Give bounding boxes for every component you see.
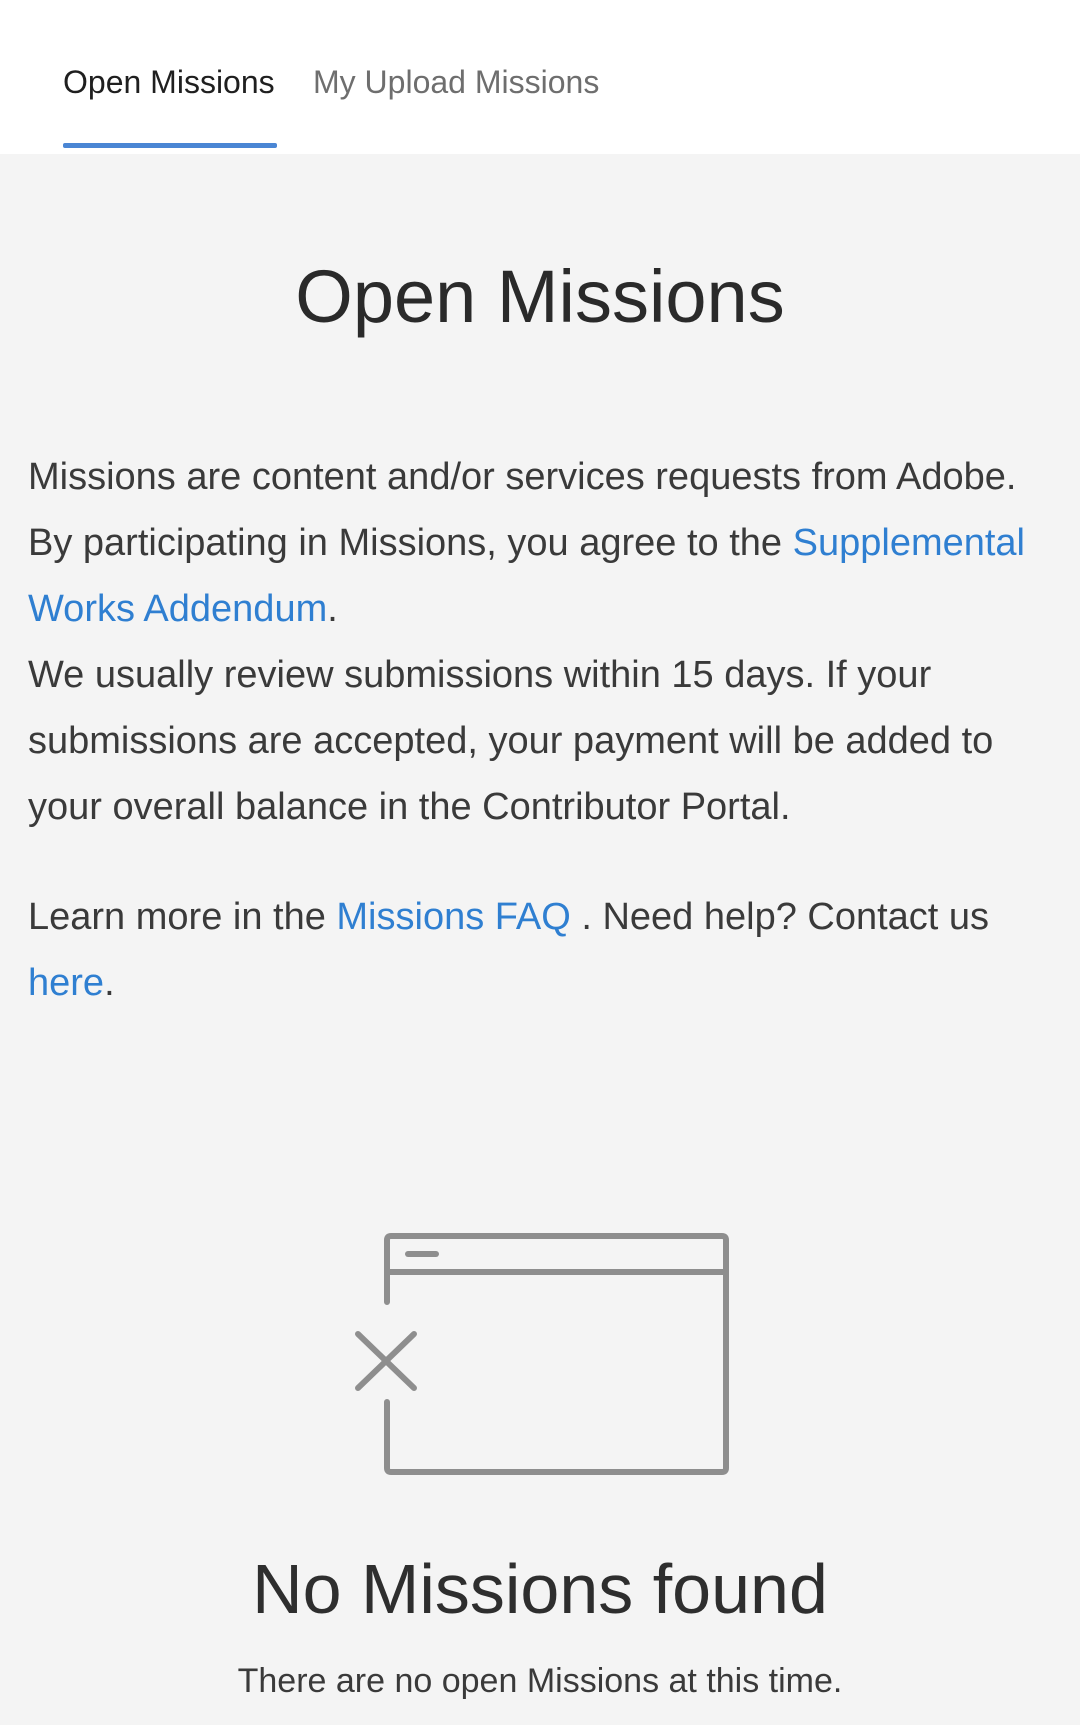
empty-state-subtitle: There are no open Missions at this time. bbox=[237, 1662, 843, 1700]
tab-my-upload-missions[interactable]: My Upload Missions bbox=[313, 62, 599, 102]
help-period: . bbox=[104, 962, 115, 1004]
tab-open-missions[interactable]: Open Missions bbox=[63, 62, 275, 102]
intro-help: Learn more in the Missions FAQ . Need he… bbox=[28, 884, 1058, 1016]
active-tab-indicator bbox=[63, 143, 277, 148]
need-help-text: . Need help? Contact us bbox=[570, 896, 990, 938]
intro-review-info: We usually review submissions within 15 … bbox=[28, 654, 994, 828]
empty-state-title: No Missions found bbox=[252, 1550, 828, 1628]
empty-window-icon bbox=[352, 1232, 730, 1478]
page-title: Open Missions bbox=[295, 255, 785, 338]
contact-here-link[interactable]: here bbox=[28, 962, 104, 1004]
intro-agreement: By participating in Missions, you agree … bbox=[28, 510, 1058, 642]
learn-more-text: Learn more in the bbox=[28, 896, 337, 938]
missions-faq-link[interactable]: Missions FAQ bbox=[336, 896, 570, 938]
agreement-period: . bbox=[327, 588, 338, 630]
tab-bar: Open Missions My Upload Missions bbox=[0, 0, 1080, 154]
agreement-text: By participating in Missions, you agree … bbox=[28, 522, 793, 564]
missions-intro: Missions are content and/or services req… bbox=[28, 444, 1058, 1016]
intro-description: Missions are content and/or services req… bbox=[28, 456, 1017, 498]
